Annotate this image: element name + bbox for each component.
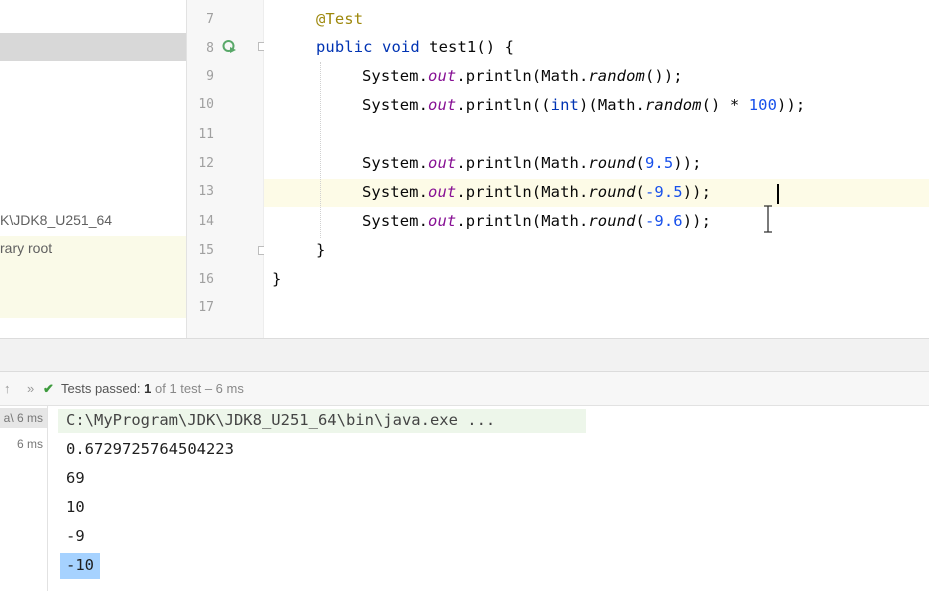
test-tree-item-root[interactable]: a\ 6 ms xyxy=(4,411,43,425)
console-line: 0.6729725764504223 xyxy=(66,440,234,458)
line-number: 7 xyxy=(206,12,214,27)
up-arrow-icon[interactable]: ↑ xyxy=(4,381,11,396)
line-number: 14 xyxy=(198,214,214,229)
run-test-icon[interactable] xyxy=(222,39,238,55)
line-number: 12 xyxy=(198,156,214,171)
line-number: 13 xyxy=(198,184,214,199)
code-line-8: public void test1() { xyxy=(316,38,515,56)
project-pane: K\JDK8_U251_64 rary root xyxy=(0,0,186,338)
code-line-12: System.out.println(Math.round(9.5)); xyxy=(362,154,702,172)
tests-total: of 1 test – 6 ms xyxy=(154,381,244,396)
project-item-jdk[interactable]: K\JDK8_U251_64 xyxy=(0,212,112,228)
indent-guide xyxy=(320,62,321,238)
project-selected-row[interactable] xyxy=(0,33,186,61)
code-line-15: } xyxy=(316,241,326,259)
text-caret xyxy=(777,184,779,204)
tool-window-separator[interactable] xyxy=(0,338,929,372)
test-tree: a\ 6 ms 6 ms xyxy=(0,406,48,591)
console-line: C:\MyProgram\JDK\JDK8_U251_64\bin\java.e… xyxy=(66,411,496,429)
line-number: 15 xyxy=(198,243,214,258)
tests-passed-label: Tests passed: xyxy=(61,381,141,396)
code-line-10: System.out.println((int)(Math.random() *… xyxy=(362,96,806,114)
more-icon[interactable]: » xyxy=(27,381,34,396)
line-number: 9 xyxy=(206,69,214,84)
console-line: 10 xyxy=(66,498,85,516)
project-item-library-root[interactable]: rary root xyxy=(0,240,52,256)
code-line-13: System.out.println(Math.round(-9.5)); xyxy=(362,183,712,201)
console-line: 69 xyxy=(66,469,85,487)
mouse-ibeam-icon xyxy=(764,205,772,233)
line-number: 8 xyxy=(206,41,214,56)
check-icon: ✔ xyxy=(43,381,54,396)
code-line-9: System.out.println(Math.random()); xyxy=(362,67,683,85)
code-line-14: System.out.println(Math.round(-9.6)); xyxy=(362,212,712,230)
code-line-16: } xyxy=(272,270,282,288)
line-number: 10 xyxy=(198,97,214,112)
run-toolbar: ↑ » ✔ Tests passed: 1 of 1 test – 6 ms xyxy=(0,372,929,406)
console-output[interactable]: C:\MyProgram\JDK\JDK8_U251_64\bin\java.e… xyxy=(48,406,929,591)
tests-passed-count: 1 xyxy=(144,381,152,396)
console-line: -10 xyxy=(66,556,94,574)
line-number: 11 xyxy=(198,127,214,142)
line-number: 17 xyxy=(198,300,214,315)
tests-status: Tests passed: 1 of 1 test – 6 ms xyxy=(61,381,244,396)
line-number: 16 xyxy=(198,272,214,287)
console-line: -9 xyxy=(66,527,85,545)
test-tree-item-test1[interactable]: 6 ms xyxy=(17,437,43,451)
code-line-7: @Test xyxy=(316,10,364,28)
